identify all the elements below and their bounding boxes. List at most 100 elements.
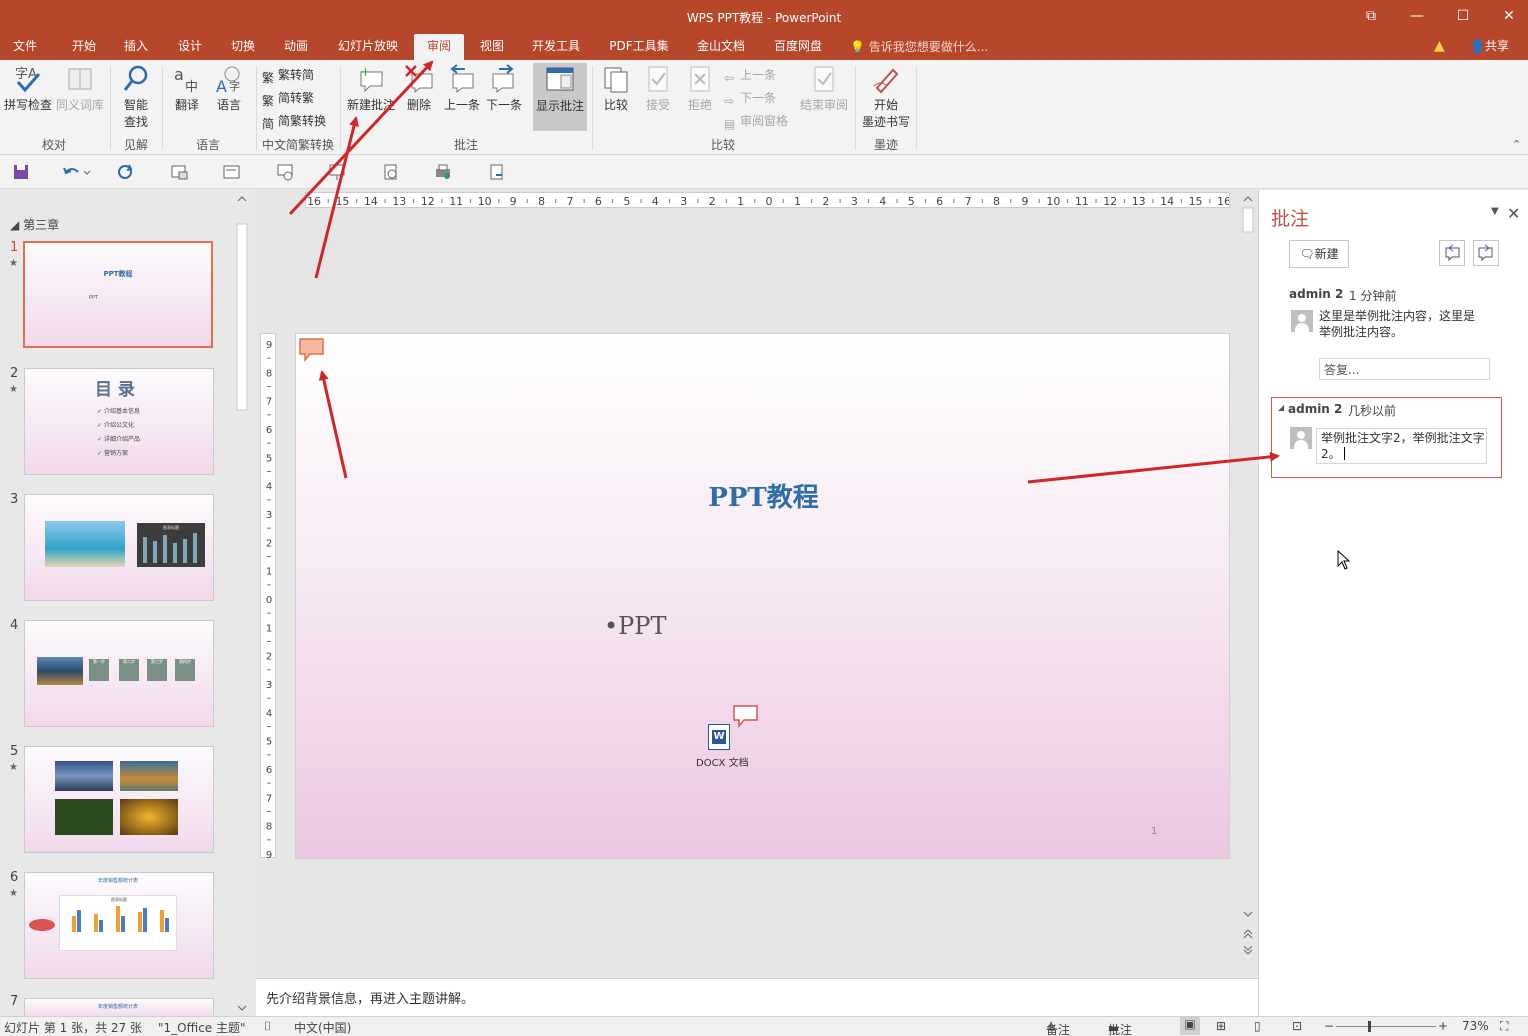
close-pane-icon[interactable]: ✕ [1507, 204, 1520, 223]
next-comment-button[interactable]: 下一条 [484, 64, 524, 113]
slide-page-number: 1 [1151, 826, 1158, 837]
zoom-level[interactable]: 73% [1462, 1019, 1489, 1033]
previous-comment-button[interactable]: 上一条 [442, 64, 482, 113]
tab-transitions[interactable]: 切换 [221, 34, 265, 60]
zoom-slider[interactable] [1336, 1026, 1436, 1027]
next-change-button[interactable]: ⇨ 下一条 [724, 89, 776, 108]
from-beginning-icon[interactable] [170, 163, 188, 181]
comment-marker-icon[interactable] [298, 337, 326, 363]
thumbnail-scrollbar[interactable] [235, 192, 249, 1016]
redo-icon[interactable] [116, 163, 134, 181]
translate-button[interactable]: a中 翻译 [168, 64, 206, 113]
comment-marker-icon[interactable] [732, 704, 760, 728]
ruler-tick-label: 1 [266, 567, 272, 578]
accept-button[interactable]: 接受 [640, 64, 676, 113]
zoom-in-icon[interactable]: + [1438, 1019, 1448, 1033]
start-inking-button[interactable]: 开始 墨迹书写 [860, 64, 912, 130]
smart-lookup-button[interactable]: 智能 查找 [114, 64, 158, 130]
show-comments-button[interactable]: 显示批注 [533, 63, 587, 131]
new-comment-pane-button[interactable]: 🗨新建 [1289, 240, 1349, 268]
tab-kingsoft-docs[interactable]: 金山文档 [689, 34, 753, 60]
pane-options-icon[interactable]: ▼ [1491, 206, 1499, 217]
zoom-out-icon[interactable]: − [1324, 1019, 1334, 1033]
slide-bullet-text[interactable]: •PPT [604, 612, 666, 640]
tab-animations[interactable]: 动画 [274, 34, 318, 60]
reading-view-icon[interactable]: ▯ [1254, 1019, 1261, 1033]
reviewing-pane-button[interactable]: ▤ 审阅窗格 [724, 112, 788, 131]
tab-developer[interactable]: 开发工具 [525, 34, 587, 60]
slide-thumbnail-7[interactable]: 年度销售额统计表 [24, 998, 214, 1018]
proofing-status-icon[interactable]: ⌷ [264, 1019, 271, 1034]
tell-me-box[interactable]: 💡 告诉我您想要做什么... [850, 38, 988, 55]
collapse-thread-icon[interactable]: ◢ [1278, 403, 1284, 412]
tab-insert[interactable]: 插入 [114, 34, 158, 60]
presenter-view-icon[interactable] [276, 163, 294, 181]
reply-input[interactable]: 答复... [1319, 358, 1490, 380]
section-collapse-icon[interactable]: ◢ [10, 218, 19, 232]
tab-baidu-netdisk[interactable]: 百度网盘 [766, 34, 830, 60]
language-button[interactable]: A字 语言 [210, 64, 248, 113]
to-simplified-button[interactable]: 繁繁转简 [262, 66, 314, 85]
fit-to-window-icon[interactable]: ⛶ [1500, 1019, 1508, 1034]
undo-icon[interactable] [62, 163, 92, 181]
quick-print-icon[interactable] [434, 163, 452, 181]
tab-home[interactable]: 开始 [62, 34, 106, 60]
spellcheck-button[interactable]: 字A 拼写检查 [2, 64, 54, 113]
previous-change-button[interactable]: ⇦ 上一条 [724, 66, 776, 85]
close-button[interactable]: ✕ [1498, 6, 1520, 26]
next-comment-pane-button[interactable] [1473, 240, 1499, 266]
convert-chinese-button[interactable]: 简简繁转换 [262, 112, 326, 131]
document-link-icon[interactable] [488, 163, 506, 181]
comment-text[interactable]: 这里是举例批注内容，这里是 举例批注内容。 [1319, 308, 1499, 340]
slide-thumbnail-3[interactable]: 图表标题 [24, 494, 214, 601]
print-preview-icon[interactable] [382, 163, 400, 181]
docx-file-icon[interactable]: W [708, 724, 730, 750]
share-button[interactable]: 👤共享 [1470, 37, 1509, 54]
previous-comment-pane-button[interactable] [1439, 240, 1465, 266]
mini-bars [72, 906, 169, 932]
tab-slideshow[interactable]: 幻灯片放映 [330, 34, 406, 60]
end-review-button[interactable]: 结束审阅 [798, 64, 850, 113]
reject-button[interactable]: 拒绝 [682, 64, 718, 113]
comment-thread-active[interactable]: ◢ admin 2 几秒以前 举例批注文字2，举例批注文字 2。 [1271, 397, 1502, 478]
slide-thumbnail-5[interactable] [24, 746, 214, 853]
slide-thumbnail-4[interactable]: 第一步 第二步 第三步 第四步 [24, 620, 214, 727]
comment-text: 举例批注文字2，举例批注文字 2。 [1321, 430, 1487, 462]
ribbon-display-options-icon[interactable]: ⧉ [1360, 6, 1382, 26]
section-header[interactable]: ◢ 第三章 [10, 216, 59, 233]
maximize-button[interactable]: ☐ [1452, 6, 1474, 26]
slide-layout-icon[interactable] [222, 163, 240, 181]
slide-number: 7 [10, 994, 19, 1009]
slideshow-icon[interactable] [328, 163, 346, 181]
tab-file[interactable]: 文件 [6, 34, 44, 60]
delete-comment-button[interactable]: 删除 [400, 64, 438, 113]
ruler-tick-label: 8 [993, 195, 1000, 208]
slide-canvas[interactable]: PPT教程 •PPT W DOCX 文档 1 [295, 333, 1230, 859]
slideshow-view-icon[interactable]: ⊡ [1292, 1019, 1302, 1033]
accept-icon [643, 64, 673, 94]
notes-pane[interactable]: 先介绍背景信息，再进入主题讲解。 [256, 978, 1258, 1016]
zoom-slider-thumb[interactable] [1368, 1021, 1371, 1032]
new-comment-button[interactable]: + 新建批注 [344, 64, 398, 113]
tab-review[interactable]: 审阅 [414, 34, 464, 60]
thesaurus-button[interactable]: 同义词库 [54, 64, 106, 113]
minimize-button[interactable]: — [1406, 6, 1428, 26]
to-traditional-button[interactable]: 繁简转繁 [262, 89, 314, 108]
ruler-tick-label: 3 [266, 680, 272, 691]
editor-scrollbar[interactable] [1241, 192, 1255, 954]
slide-sorter-icon[interactable]: ⊞ [1216, 1019, 1226, 1033]
slide-title[interactable]: PPT教程 [296, 477, 1231, 514]
tab-view[interactable]: 视图 [470, 34, 514, 60]
collapse-ribbon-icon[interactable]: ⌃ [1512, 138, 1521, 151]
slide-thumbnail-1[interactable]: PPT教程 PPT [23, 241, 213, 348]
save-icon[interactable] [12, 163, 30, 181]
slide-thumbnail-2[interactable]: 目 录 ✓ 介绍基本信息 ✓ 介绍公文化 ✓ 详细介绍产品 ✓ 营销方案 [24, 368, 214, 475]
compare-button[interactable]: 比较 [598, 64, 634, 113]
normal-view-icon[interactable]: ▣ [1180, 1017, 1200, 1035]
warning-icon[interactable]: ▲ [1434, 38, 1445, 54]
comment-edit-field[interactable]: 举例批注文字2，举例批注文字 2。 [1316, 428, 1487, 464]
tab-pdf-tools[interactable]: PDF工具集 [601, 34, 677, 60]
language-status[interactable]: 中文(中国) [294, 1019, 351, 1036]
slide-thumbnail-6[interactable]: 年度销售额统计表 图表标题 [24, 872, 214, 979]
tab-design[interactable]: 设计 [168, 34, 212, 60]
